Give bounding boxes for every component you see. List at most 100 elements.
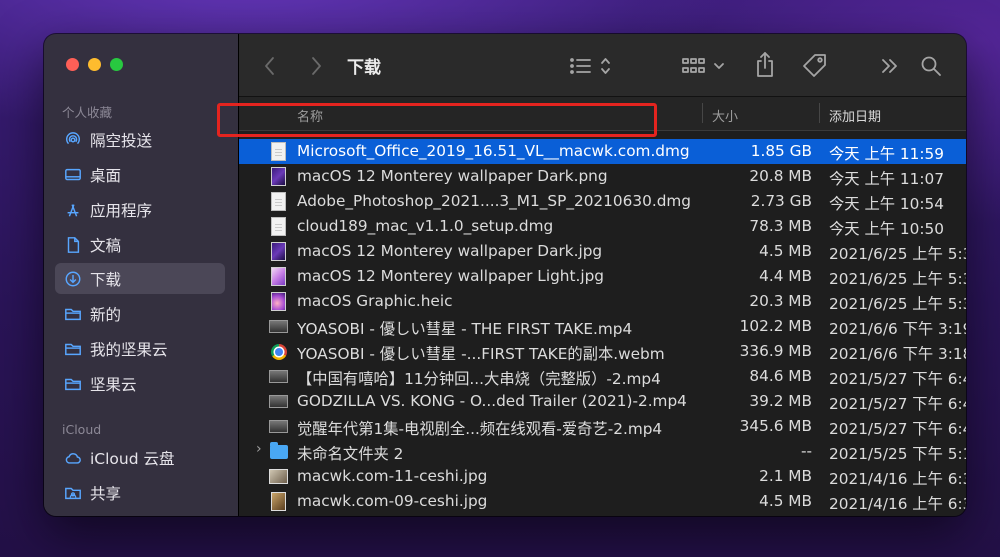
file-name: 未命名文件夹 2: [297, 445, 404, 463]
file-row[interactable]: macOS 12 Monterey wallpaper Dark.jpg 4.5…: [239, 239, 966, 264]
cloud-icon: [64, 449, 90, 467]
folder-icon: [64, 340, 90, 358]
search-button[interactable]: [919, 54, 943, 78]
airdrop-icon: [64, 131, 90, 149]
favorites-heading: 个人收藏: [62, 105, 113, 120]
file-name: GODZILLA VS. KONG - O...ded Trailer (202…: [297, 392, 687, 410]
file-size: 102.2 MB: [739, 317, 812, 335]
file-size: 20.3 MB: [749, 292, 812, 310]
file-name: YOASOBI - 優しい彗星 -...FIRST TAKE的副本.webm: [297, 345, 665, 363]
list-view-button[interactable]: [569, 54, 615, 78]
image-file-icon: [271, 167, 286, 186]
file-name: 觉醒年代第1集-电视剧全...频在线观看-爱奇艺-2.mp4: [297, 420, 663, 438]
file-size: 1.85 GB: [750, 142, 812, 160]
file-date: 2021/6/25 上午 5:3: [829, 295, 966, 313]
file-row[interactable]: Adobe_Photoshop_2021....3_M1_SP_20210630…: [239, 189, 966, 214]
folder-icon: [270, 442, 288, 459]
sidebar-item-shared[interactable]: 共享: [55, 477, 225, 508]
file-date: 今天 上午 10:50: [829, 220, 944, 238]
sidebar-item-jianguoyun[interactable]: 坚果云: [55, 368, 225, 399]
folder-row[interactable]: › 未命名文件夹 2 -- 2021/5/25 下午 5:1: [239, 439, 966, 464]
tag-button[interactable]: [801, 52, 829, 80]
column-divider[interactable]: [702, 103, 703, 123]
file-row[interactable]: macwk.com-09-ceshi.jpg 4.5 MB 2021/4/16 …: [239, 489, 966, 514]
chrome-file-icon: [271, 344, 287, 360]
search-icon: [921, 56, 941, 76]
file-name: YOASOBI - 優しい彗星 - THE FIRST TAKE.mp4: [297, 320, 633, 338]
sidebar-item-airdrop[interactable]: 隔空投送: [55, 124, 225, 155]
sidebar-item-label: 坚果云: [90, 375, 137, 394]
file-name: Microsoft_Office_2019_16.51_VL__macwk.co…: [297, 142, 690, 160]
sidebar-item-icloud-drive[interactable]: iCloud 云盘: [55, 442, 225, 473]
file-date: 2021/5/25 下午 5:1: [829, 445, 966, 463]
file-row[interactable]: 觉醒年代第1集-电视剧全...频在线观看-爱奇艺-2.mp4 345.6 MB …: [239, 414, 966, 439]
file-size: 20.8 MB: [749, 167, 812, 185]
chevron-right-icon: [312, 57, 321, 75]
minimize-button[interactable]: [88, 58, 101, 71]
video-file-icon: [269, 420, 288, 433]
photo-file-icon: [269, 469, 288, 484]
file-row[interactable]: macOS Graphic.heic 20.3 MB 2021/6/25 上午 …: [239, 289, 966, 314]
image-file-icon: [271, 242, 286, 261]
file-name: macOS Graphic.heic: [297, 292, 453, 310]
file-row[interactable]: YOASOBI - 優しい彗星 - THE FIRST TAKE.mp4 102…: [239, 314, 966, 339]
file-row[interactable]: macwk.com-11-ceshi.jpg 2.1 MB 2021/4/16 …: [239, 464, 966, 489]
file-date: 2021/5/27 下午 6:4: [829, 370, 966, 388]
sidebar-item-my-jianguoyun[interactable]: 我的坚果云: [55, 333, 225, 364]
sidebar-item-label: 桌面: [90, 166, 122, 185]
file-row[interactable]: macOS 12 Monterey wallpaper Dark.png 20.…: [239, 164, 966, 189]
sidebar-item-documents[interactable]: 文稿: [55, 229, 225, 260]
highlight-annotation: [217, 103, 657, 137]
column-divider[interactable]: [819, 103, 820, 123]
zoom-button[interactable]: [110, 58, 123, 71]
folder-icon: [64, 375, 90, 393]
column-date-added[interactable]: 添加日期: [829, 106, 881, 125]
video-file-icon: [269, 370, 288, 383]
column-size[interactable]: 大小: [712, 106, 738, 125]
file-date: 2021/6/25 上午 5:3: [829, 245, 966, 263]
file-size: 345.6 MB: [739, 417, 812, 435]
tag-icon: [803, 54, 826, 77]
file-name: macOS 12 Monterey wallpaper Dark.png: [297, 167, 608, 185]
sidebar-item-label: 共享: [90, 484, 122, 503]
sidebar-item-new[interactable]: 新的: [55, 298, 225, 329]
sidebar-item-label: 下载: [90, 270, 122, 289]
more-toolbar-button[interactable]: [879, 54, 901, 78]
file-row[interactable]: cloud189_mac_v1.1.0_setup.dmg 78.3 MB 今天…: [239, 214, 966, 239]
list-view-icon: [570, 58, 610, 74]
sidebar-item-downloads[interactable]: 下载: [55, 263, 225, 294]
sidebar-item-label: 应用程序: [90, 201, 153, 220]
forward-button[interactable]: [309, 55, 323, 77]
file-row[interactable]: macOS 12 Monterey wallpaper Light.jpg 4.…: [239, 264, 966, 289]
file-size: 4.4 MB: [759, 267, 812, 285]
applications-icon: [64, 201, 90, 219]
file-size: 2.1 MB: [759, 467, 812, 485]
sidebar-item-label: 文稿: [90, 236, 122, 255]
dmg-file-icon: [271, 192, 286, 211]
sidebar-item-label: 新的: [90, 305, 122, 324]
image-file-icon: [271, 292, 286, 311]
folder-icon: [64, 305, 90, 323]
file-date: 2021/5/27 下午 6:4: [829, 420, 966, 438]
document-icon: [64, 236, 90, 254]
close-button[interactable]: [66, 58, 79, 71]
file-size: 336.9 MB: [739, 342, 812, 360]
file-size: 39.2 MB: [749, 392, 812, 410]
file-row[interactable]: YOASOBI - 優しい彗星 -...FIRST TAKE的副本.webm 3…: [239, 339, 966, 364]
file-size: 2.73 GB: [750, 192, 812, 210]
photo-file-icon: [271, 492, 286, 511]
dmg-file-icon: [271, 142, 286, 161]
file-row[interactable]: 【中国有嘻哈】11分钟回...大串烧（完整版）-2.mp4 84.6 MB 20…: [239, 364, 966, 389]
group-button[interactable]: [682, 54, 728, 78]
file-name: macwk.com-09-ceshi.jpg: [297, 492, 488, 510]
sidebar-item-applications[interactable]: 应用程序: [55, 194, 225, 225]
file-row[interactable]: GODZILLA VS. KONG - O...ded Trailer (202…: [239, 389, 966, 414]
file-date: 2021/6/25 上午 5:3: [829, 270, 966, 288]
back-button[interactable]: [263, 55, 277, 77]
file-date: 2021/6/6 下午 3:18: [829, 345, 966, 363]
file-row[interactable]: Microsoft_Office_2019_16.51_VL__macwk.co…: [239, 139, 966, 164]
disclosure-chevron-icon[interactable]: ›: [256, 441, 262, 457]
share-button[interactable]: [753, 50, 777, 80]
sidebar-item-desktop[interactable]: 桌面: [55, 159, 225, 190]
file-size: 4.5 MB: [759, 242, 812, 260]
